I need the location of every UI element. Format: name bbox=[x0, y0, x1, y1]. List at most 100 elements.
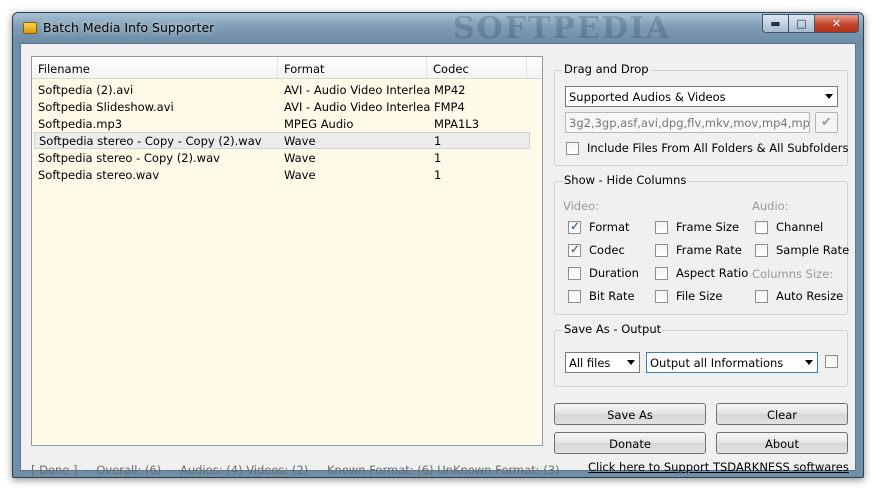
donate-button[interactable]: Donate bbox=[554, 432, 706, 454]
column-frame-rate-label: Frame Rate bbox=[676, 243, 742, 257]
checkbox-box bbox=[655, 243, 668, 257]
main-window: SOFTPEDIA Batch Media Info Supporter ▬ □… bbox=[12, 12, 864, 478]
table-row[interactable]: Softpedia.mp3 MPEG Audio MPA1L3 bbox=[34, 115, 530, 132]
cell-filename: Softpedia stereo.wav bbox=[38, 167, 160, 182]
status-videos: Videos: (2) bbox=[246, 463, 309, 477]
status-sep: - bbox=[168, 463, 173, 477]
maximize-button[interactable]: □ bbox=[788, 14, 815, 33]
save-as-button[interactable]: Save As bbox=[554, 403, 706, 425]
minimize-icon: ▬ bbox=[770, 17, 781, 30]
column-header-format[interactable]: Format bbox=[278, 57, 427, 78]
cell-format: AVI - Audio Video Interleave bbox=[284, 99, 430, 114]
checkbox-box bbox=[825, 355, 838, 368]
status-done: [ Done ] bbox=[31, 463, 78, 477]
column-frame-rate-checkbox[interactable]: Frame Rate bbox=[655, 243, 742, 257]
cell-filename: Softpedia stereo - Copy (2).wav bbox=[38, 150, 220, 165]
window-title: Batch Media Info Supporter bbox=[43, 20, 215, 35]
drag-drop-group: Drag and Drop Supported Audios & Videos … bbox=[554, 62, 848, 166]
checkbox-box bbox=[655, 289, 668, 303]
column-bit-rate-label: Bit Rate bbox=[589, 289, 635, 303]
column-frame-size-checkbox[interactable]: Frame Size bbox=[655, 220, 739, 234]
files-dropdown-value: All files bbox=[569, 356, 611, 370]
title-bar[interactable]: SOFTPEDIA Batch Media Info Supporter ▬ □… bbox=[13, 12, 863, 46]
client-area: Filename Format Codec Softpedia (2).avi … bbox=[20, 43, 856, 477]
column-format-checkbox[interactable]: Format bbox=[568, 219, 630, 234]
cell-format: Wave bbox=[284, 133, 316, 148]
file-list-rows: Softpedia (2).avi AVI - Audio Video Inte… bbox=[32, 79, 542, 183]
extensions-field[interactable]: 3g2,3gp,asf,avi,dpg,flv,mkv,mov,mp4,mpg,… bbox=[565, 112, 810, 133]
close-button[interactable]: ✕ bbox=[814, 14, 859, 33]
status-unknown: UnKnown Format: (3) bbox=[437, 463, 560, 477]
caption-buttons: ▬ □ ✕ bbox=[762, 14, 859, 33]
maximize-icon: □ bbox=[796, 17, 807, 30]
status-audios: Audios: (4) bbox=[180, 463, 243, 477]
status-sep: - bbox=[315, 463, 320, 477]
checkbox-box bbox=[755, 220, 768, 234]
cell-filename: Softpedia Slideshow.avi bbox=[38, 99, 174, 114]
cell-format: Wave bbox=[284, 150, 316, 165]
cell-codec: MPA1L3 bbox=[434, 116, 480, 131]
column-file-size-checkbox[interactable]: File Size bbox=[655, 289, 723, 303]
cell-filename: Softpedia (2).avi bbox=[38, 82, 134, 97]
checkbox-box bbox=[655, 220, 668, 234]
cell-codec: 1 bbox=[434, 150, 442, 165]
file-list[interactable]: Filename Format Codec Softpedia (2).avi … bbox=[31, 56, 543, 446]
checkbox-box bbox=[755, 289, 768, 303]
info-dropdown[interactable]: Output all Informations bbox=[646, 352, 818, 373]
column-sample-rate-label: Sample Rate bbox=[776, 243, 850, 257]
column-sample-rate-checkbox[interactable]: Sample Rate bbox=[755, 243, 849, 257]
auto-resize-label: Auto Resize bbox=[776, 289, 844, 303]
column-aspect-ratio-checkbox[interactable]: Aspect Ratio bbox=[655, 266, 748, 280]
info-dropdown-value: Output all Informations bbox=[650, 356, 784, 370]
table-row[interactable]: Softpedia (2).avi AVI - Audio Video Inte… bbox=[34, 81, 530, 98]
column-aspect-ratio-label: Aspect Ratio bbox=[676, 266, 749, 280]
table-row[interactable]: Softpedia stereo.wav Wave 1 bbox=[34, 166, 530, 183]
checkbox-box bbox=[755, 243, 768, 257]
watermark: SOFTPEDIA bbox=[453, 12, 672, 46]
table-row[interactable]: Softpedia stereo - Copy (2).wav Wave 1 bbox=[34, 149, 530, 166]
status-known: Known Format: (6) bbox=[327, 463, 434, 477]
table-row[interactable]: Softpedia Slideshow.avi AVI - Audio Vide… bbox=[34, 98, 530, 115]
include-subfolders-label: Include Files From All Folders & All Sub… bbox=[587, 141, 849, 155]
column-channel-checkbox[interactable]: Channel bbox=[755, 220, 823, 234]
columns-group-title: Show - Hide Columns bbox=[562, 173, 689, 187]
output-group: Save As - Output All files Output all In… bbox=[554, 322, 848, 387]
column-codec-checkbox[interactable]: Codec bbox=[568, 242, 625, 257]
cell-codec: 1 bbox=[434, 133, 442, 148]
drag-drop-title: Drag and Drop bbox=[562, 62, 651, 76]
status-text: [ Done ] - Overall: (6) - Audios: (4) Vi… bbox=[31, 463, 560, 477]
column-duration-checkbox[interactable]: Duration bbox=[568, 266, 639, 280]
column-header-codec[interactable]: Codec bbox=[427, 57, 527, 78]
video-label: Video: bbox=[563, 199, 600, 213]
apply-extensions-button[interactable]: ✔ bbox=[815, 112, 838, 133]
support-link[interactable]: Click here to Support TSDARKNESS softwar… bbox=[588, 460, 849, 474]
column-frame-size-label: Frame Size bbox=[676, 220, 740, 234]
checkbox-box bbox=[655, 266, 668, 280]
about-button[interactable]: About bbox=[716, 432, 848, 454]
cell-format: MPEG Audio bbox=[284, 116, 354, 131]
columns-group: Show - Hide Columns Video: Audio: Format… bbox=[554, 173, 849, 315]
chevron-down-icon bbox=[805, 360, 813, 365]
cell-codec: MP42 bbox=[434, 82, 466, 97]
checkbox-box bbox=[568, 266, 581, 280]
output-group-title: Save As - Output bbox=[562, 322, 664, 336]
cell-codec: 1 bbox=[434, 167, 442, 182]
media-filter-value: Supported Audios & Videos bbox=[569, 90, 726, 104]
files-dropdown[interactable]: All files bbox=[565, 352, 640, 373]
output-extra-checkbox[interactable] bbox=[825, 355, 846, 368]
clear-button[interactable]: Clear bbox=[716, 403, 848, 425]
minimize-button[interactable]: ▬ bbox=[762, 14, 789, 33]
media-filter-dropdown[interactable]: Supported Audios & Videos bbox=[565, 86, 838, 107]
column-header-filename[interactable]: Filename bbox=[32, 57, 278, 78]
chevron-down-icon bbox=[627, 360, 635, 365]
checkbox-box bbox=[568, 242, 581, 257]
column-format-label: Format bbox=[589, 220, 630, 234]
auto-resize-checkbox[interactable]: Auto Resize bbox=[755, 289, 843, 303]
table-row-selected[interactable]: Softpedia stereo - Copy - Copy (2).wav W… bbox=[34, 132, 530, 149]
cell-format: Wave bbox=[284, 167, 316, 182]
checkmark-icon: ✔ bbox=[821, 115, 832, 130]
column-bit-rate-checkbox[interactable]: Bit Rate bbox=[568, 289, 635, 303]
cell-codec: FMP4 bbox=[434, 99, 465, 114]
columns-size-label: Columns Size: bbox=[752, 267, 834, 281]
include-subfolders-checkbox[interactable]: Include Files From All Folders & All Sub… bbox=[566, 141, 848, 155]
